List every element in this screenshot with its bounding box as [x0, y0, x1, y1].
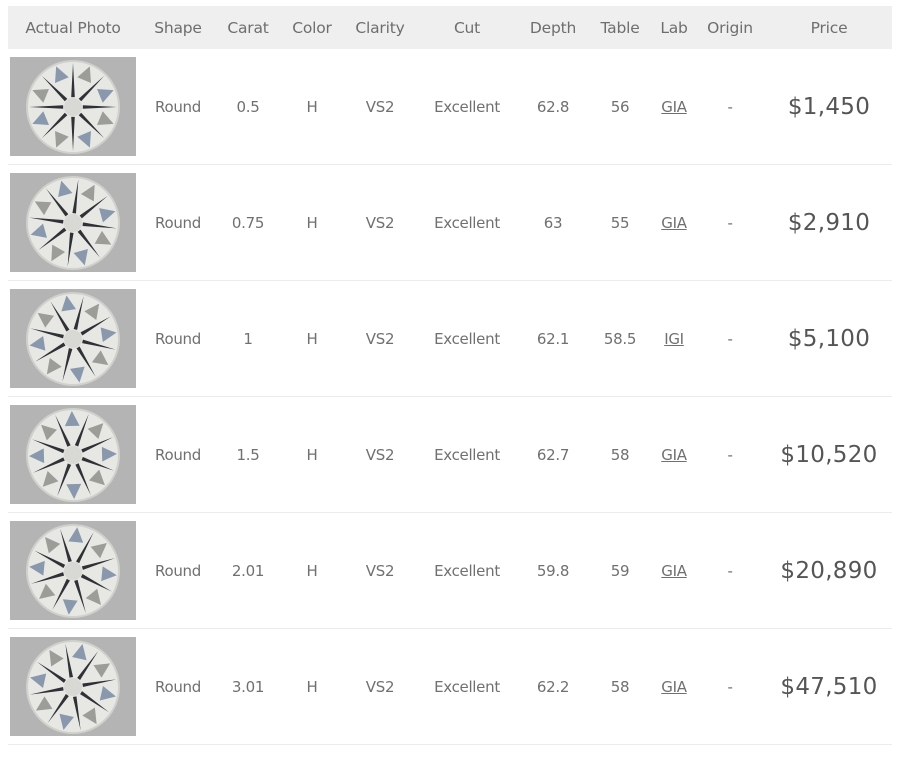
header-lab: Lab: [660, 18, 688, 37]
origin-cell: -: [727, 97, 733, 116]
header-clarity: Clarity: [355, 18, 405, 37]
header-carat: Carat: [227, 18, 269, 37]
lab-report-link[interactable]: GIA: [661, 562, 687, 580]
origin-cell: -: [727, 445, 733, 464]
depth-cell: 62.1: [536, 329, 570, 348]
price-cell: $5,100: [787, 325, 871, 352]
shape-cell: Round: [155, 561, 201, 580]
depth-cell: 62.8: [536, 97, 570, 116]
header-table: Table: [600, 18, 640, 37]
price-cell: $2,910: [787, 209, 871, 236]
photo-cell: [8, 173, 138, 272]
diamond-photo-icon[interactable]: [10, 173, 136, 272]
carat-cell: 0.5: [236, 97, 260, 116]
header-price: Price: [810, 18, 848, 37]
cut-cell: Excellent: [434, 97, 500, 116]
diamond-photo-icon[interactable]: [10, 289, 136, 388]
origin-cell: -: [727, 213, 733, 232]
lab-report-link[interactable]: GIA: [661, 678, 687, 696]
cut-cell: Excellent: [434, 561, 500, 580]
cut-cell: Excellent: [434, 329, 500, 348]
clarity-cell: VS2: [365, 445, 395, 464]
header-origin: Origin: [707, 18, 753, 37]
cut-cell: Excellent: [434, 677, 500, 696]
table-row[interactable]: Round 3.01 H VS2 Excellent 62.2 58 GIA -…: [8, 629, 892, 745]
lab-cell: GIA: [654, 562, 694, 580]
table-row[interactable]: Round 2.01 H VS2 Excellent 59.8 59 GIA -…: [8, 513, 892, 629]
color-cell: H: [306, 213, 318, 232]
lab-cell: GIA: [654, 678, 694, 696]
photo-cell: [8, 57, 138, 156]
photo-cell: [8, 405, 138, 504]
price-cell: $20,890: [780, 557, 878, 584]
table-row[interactable]: Round 1.5 H VS2 Excellent 62.7 58 GIA - …: [8, 397, 892, 513]
shape-cell: Round: [155, 445, 201, 464]
origin-cell: -: [727, 677, 733, 696]
clarity-cell: VS2: [365, 97, 395, 116]
table-body: Round 0.5 H VS2 Excellent 62.8 56 GIA - …: [8, 49, 892, 745]
carat-cell: 3.01: [231, 677, 265, 696]
clarity-cell: VS2: [365, 677, 395, 696]
clarity-cell: VS2: [365, 561, 395, 580]
depth-cell: 62.2: [536, 677, 570, 696]
shape-cell: Round: [155, 97, 201, 116]
lab-report-link[interactable]: IGI: [664, 330, 684, 348]
origin-cell: -: [727, 561, 733, 580]
color-cell: H: [306, 677, 318, 696]
shape-cell: Round: [155, 329, 201, 348]
lab-report-link[interactable]: GIA: [661, 446, 687, 464]
table-pct-cell: 59: [610, 561, 630, 580]
origin-cell: -: [727, 329, 733, 348]
color-cell: H: [306, 561, 318, 580]
price-cell: $1,450: [787, 93, 871, 120]
depth-cell: 59.8: [536, 561, 570, 580]
carat-cell: 1: [243, 329, 253, 348]
table-row[interactable]: Round 1 H VS2 Excellent 62.1 58.5 IGI - …: [8, 281, 892, 397]
table-pct-cell: 58.5: [603, 329, 637, 348]
table-pct-cell: 58: [610, 677, 630, 696]
depth-cell: 62.7: [536, 445, 570, 464]
diamond-comparison-table: Actual Photo Shape Carat Color Clarity C…: [8, 6, 892, 745]
lab-report-link[interactable]: GIA: [661, 98, 687, 116]
shape-cell: Round: [155, 677, 201, 696]
color-cell: H: [306, 97, 318, 116]
table-row[interactable]: Round 0.5 H VS2 Excellent 62.8 56 GIA - …: [8, 49, 892, 165]
header-shape: Shape: [154, 18, 202, 37]
table-pct-cell: 56: [610, 97, 630, 116]
diamond-photo-icon[interactable]: [10, 637, 136, 736]
shape-cell: Round: [155, 213, 201, 232]
clarity-cell: VS2: [365, 213, 395, 232]
header-cut: Cut: [453, 18, 481, 37]
header-actual-photo: Actual Photo: [25, 18, 121, 37]
cut-cell: Excellent: [434, 213, 500, 232]
header-color: Color: [292, 18, 332, 37]
table-pct-cell: 58: [610, 445, 630, 464]
lab-report-link[interactable]: GIA: [661, 214, 687, 232]
lab-cell: GIA: [654, 98, 694, 116]
diamond-photo-icon[interactable]: [10, 521, 136, 620]
lab-cell: GIA: [654, 446, 694, 464]
carat-cell: 2.01: [231, 561, 265, 580]
photo-cell: [8, 637, 138, 736]
color-cell: H: [306, 329, 318, 348]
carat-cell: 1.5: [236, 445, 260, 464]
color-cell: H: [306, 445, 318, 464]
price-cell: $47,510: [780, 673, 878, 700]
carat-cell: 0.75: [231, 213, 265, 232]
price-cell: $10,520: [780, 441, 878, 468]
table-pct-cell: 55: [610, 213, 630, 232]
photo-cell: [8, 289, 138, 388]
diamond-photo-icon[interactable]: [10, 57, 136, 156]
table-header: Actual Photo Shape Carat Color Clarity C…: [8, 6, 892, 49]
lab-cell: IGI: [654, 330, 694, 348]
clarity-cell: VS2: [365, 329, 395, 348]
photo-cell: [8, 521, 138, 620]
header-depth: Depth: [529, 18, 577, 37]
table-row[interactable]: Round 0.75 H VS2 Excellent 63 55 GIA - $…: [8, 165, 892, 281]
lab-cell: GIA: [654, 214, 694, 232]
cut-cell: Excellent: [434, 445, 500, 464]
depth-cell: 63: [543, 213, 563, 232]
diamond-photo-icon[interactable]: [10, 405, 136, 504]
